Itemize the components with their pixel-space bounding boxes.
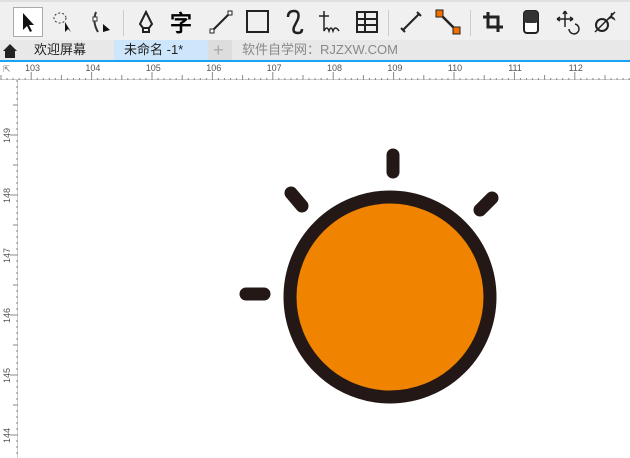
document-tab-bar: 欢迎屏幕 未命名 -1* + 软件自学网：RJZXW.COM bbox=[0, 40, 630, 62]
connector-icon bbox=[435, 9, 461, 35]
eraser-tool[interactable] bbox=[516, 7, 546, 37]
blend-icon bbox=[594, 11, 616, 33]
connector-tool[interactable] bbox=[433, 7, 463, 37]
shape-tool[interactable] bbox=[85, 7, 115, 37]
tab-welcome-screen[interactable]: 欢迎屏幕 bbox=[24, 40, 114, 60]
toolbar: 字 bbox=[0, 0, 630, 40]
rectangle-tool[interactable] bbox=[243, 7, 273, 37]
hook-curve-icon bbox=[286, 9, 304, 35]
line-tool[interactable] bbox=[206, 7, 236, 37]
shape-edit-icon bbox=[92, 11, 110, 33]
arrow-cursor-icon bbox=[23, 13, 34, 32]
pen-tool[interactable] bbox=[131, 7, 161, 37]
drawing-canvas[interactable] bbox=[19, 81, 630, 458]
add-tab-button[interactable]: + bbox=[208, 40, 232, 60]
separator bbox=[123, 10, 124, 36]
pick-tool[interactable] bbox=[13, 7, 43, 37]
home-icon bbox=[3, 44, 17, 58]
pen-nib-icon bbox=[138, 10, 154, 33]
text-icon: 字 bbox=[169, 11, 192, 36]
eraser-icon bbox=[523, 10, 539, 34]
move-rotate-icon bbox=[556, 10, 580, 35]
separator bbox=[470, 10, 471, 36]
rectangle-icon bbox=[246, 10, 269, 33]
lasso-icon bbox=[53, 12, 71, 32]
table-tool[interactable] bbox=[352, 7, 382, 37]
separator bbox=[388, 10, 389, 36]
watermark-text: 软件自学网：RJZXW.COM bbox=[242, 42, 398, 57]
dimension-icon bbox=[400, 11, 422, 33]
home-button[interactable] bbox=[2, 43, 18, 63]
dimension-tool[interactable] bbox=[396, 7, 426, 37]
crop-icon bbox=[483, 12, 503, 32]
line-icon bbox=[209, 10, 233, 34]
tab-document[interactable]: 未命名 -1* bbox=[114, 40, 208, 60]
sun-circle[interactable] bbox=[283, 190, 497, 404]
blend-tool[interactable] bbox=[590, 7, 620, 37]
crop-tool[interactable] bbox=[478, 7, 508, 37]
crosshair-wave-icon bbox=[319, 11, 340, 34]
vertical-ruler[interactable]: 149 148 147 146 145 144 bbox=[0, 80, 18, 458]
sun-ray-top-left[interactable] bbox=[284, 186, 309, 213]
artistic-media-tool[interactable] bbox=[314, 7, 344, 37]
horizontal-ruler[interactable]: ⇱ 103 104 105 106 107 108 109 110 111 112 bbox=[0, 62, 630, 80]
text-tool[interactable]: 字 bbox=[166, 7, 196, 37]
sun-ray-top-right[interactable] bbox=[473, 191, 499, 217]
freehand-pick-tool[interactable] bbox=[48, 7, 78, 37]
table-icon bbox=[356, 11, 378, 33]
transform-tool[interactable] bbox=[553, 7, 583, 37]
spiral-tool[interactable] bbox=[279, 7, 309, 37]
